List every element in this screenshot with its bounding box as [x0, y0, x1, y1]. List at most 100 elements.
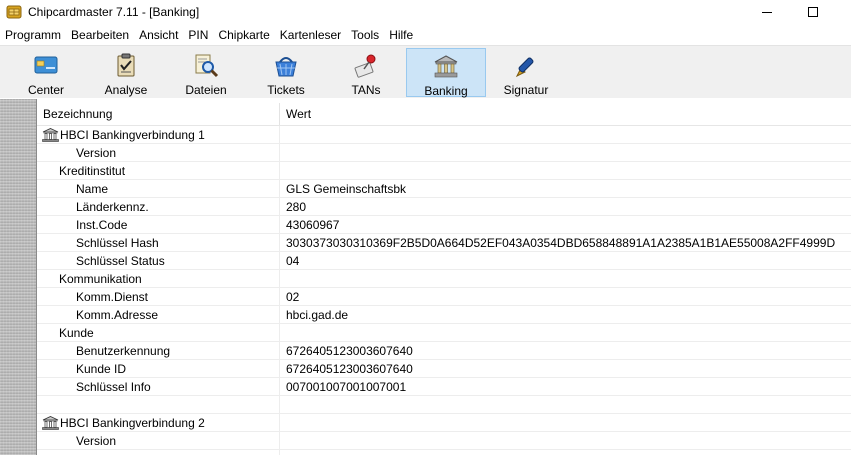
toolbar-signatur-button[interactable]: Signatur — [486, 48, 566, 97]
cell-divider — [279, 234, 280, 252]
grid-row[interactable]: Version — [37, 432, 851, 450]
cell-divider — [279, 450, 280, 455]
row-name: Schlüssel Status — [76, 254, 165, 268]
row-value: 280 — [286, 200, 307, 214]
cell-divider — [279, 162, 280, 180]
cell-divider — [279, 144, 280, 162]
toolbar-label: Banking — [424, 84, 468, 98]
row-value: 04 — [286, 254, 300, 268]
column-header-wert[interactable]: Wert — [286, 103, 846, 125]
cell-divider — [279, 324, 280, 342]
toolbar: Center Analyse Dateien Tickets TANs Banking Si… — [0, 45, 851, 98]
menu-hilfe[interactable]: Hilfe — [384, 26, 418, 45]
toolbar-label: Signatur — [503, 83, 549, 97]
bank-icon — [42, 416, 59, 430]
column-header-bezeichnung[interactable]: Bezeichnung — [43, 103, 279, 125]
toolbar-label: TANs — [351, 83, 381, 97]
grid-row[interactable]: Benutzerkennung 6726405123003607640 — [37, 342, 851, 360]
cell-divider — [279, 288, 280, 306]
toolbar-banking-button[interactable]: Banking — [406, 48, 486, 98]
grid-row[interactable]: Schlüssel Status 04 — [37, 252, 851, 270]
menu-chipkarte[interactable]: Chipkarte — [213, 26, 274, 45]
grid-row[interactable] — [37, 450, 851, 455]
row-name: Benutzerkennung — [76, 344, 171, 358]
row-value: 6726405123003607640 — [286, 362, 413, 376]
fountain-pen-icon — [515, 57, 534, 78]
row-name: HBCI Bankingverbindung 2 — [60, 416, 205, 430]
grid-row[interactable]: Kunde ID 6726405123003607640 — [37, 360, 851, 378]
grid-row[interactable]: Komm.Dienst 02 — [37, 288, 851, 306]
grid-row[interactable] — [37, 396, 851, 414]
properties-grid: Bezeichnung Wert HBCI Bankingverbindung … — [37, 99, 851, 455]
cell-divider — [279, 216, 280, 234]
minimize-button[interactable] — [744, 0, 790, 24]
row-name: Name — [76, 182, 109, 196]
grid-row[interactable]: Kommunikation — [37, 270, 851, 288]
row-name: Komm.Dienst — [76, 290, 149, 304]
ticket-basket-icon — [275, 57, 297, 77]
menu-bearbeiten[interactable]: Bearbeiten — [66, 26, 134, 45]
grid-row[interactable]: Version — [37, 144, 851, 162]
menu-pin[interactable]: PIN — [183, 26, 213, 45]
maximize-button[interactable] — [790, 0, 836, 24]
row-name: Komm.Adresse — [76, 308, 159, 322]
cell-divider — [279, 252, 280, 270]
left-gutter — [0, 99, 37, 455]
toolbar-tans-button[interactable]: TANs — [326, 48, 406, 97]
cell-divider — [279, 378, 280, 396]
row-name: Version — [76, 146, 117, 160]
grid-header: Bezeichnung Wert — [37, 103, 851, 126]
grid-row[interactable]: Kunde — [37, 324, 851, 342]
toolbar-analyse-button[interactable]: Analyse — [86, 48, 166, 97]
cell-divider — [279, 360, 280, 378]
row-name: Kunde — [59, 326, 94, 340]
title-bar: Chipcardmaster 7.11 - [Banking] — [0, 0, 851, 24]
row-name: HBCI Bankingverbindung 1 — [60, 128, 205, 142]
row-name: Kreditinstitut — [59, 164, 126, 178]
cell-divider — [279, 180, 280, 198]
toolbar-label: Tickets — [267, 83, 305, 97]
maximize-icon — [808, 7, 818, 17]
menu-ansicht[interactable]: Ansicht — [134, 26, 183, 45]
chipcard-app-icon — [6, 5, 22, 19]
toolbar-dateien-button[interactable]: Dateien — [166, 48, 246, 97]
row-value: 43060967 — [286, 218, 340, 232]
minimize-icon — [762, 11, 772, 13]
row-value: 3030373030310369F2B5D0A664D52EF043A0354D… — [286, 236, 836, 250]
app-window: Chipcardmaster 7.11 - [Banking] Programm… — [0, 0, 851, 455]
row-name: Inst.Code — [76, 218, 128, 232]
grid-row[interactable]: Name GLS Gemeinschaftsbk — [37, 180, 851, 198]
bank-icon — [434, 55, 458, 78]
row-name: Länderkennz. — [76, 200, 149, 214]
row-value: GLS Gemeinschaftsbk — [286, 182, 407, 196]
menu-tools[interactable]: Tools — [346, 26, 384, 45]
grid-row[interactable]: Komm.Adresse hbci.gad.de — [37, 306, 851, 324]
menu-bar: Programm Bearbeiten Ansicht PIN Chipkarte Kar… — [0, 26, 851, 45]
row-value: hbci.gad.de — [286, 308, 349, 322]
column-divider[interactable] — [279, 103, 280, 125]
toolbar-center-button[interactable]: Center — [6, 48, 86, 97]
row-name: Kunde ID — [76, 362, 127, 376]
grid-row[interactable]: Länderkennz. 280 — [37, 198, 851, 216]
row-name: Schlüssel Info — [76, 380, 151, 394]
grid-row[interactable]: HBCI Bankingverbindung 1 — [37, 126, 851, 144]
toolbar-label: Analyse — [104, 83, 148, 97]
toolbar-tickets-button[interactable]: Tickets — [246, 48, 326, 97]
clipboard-icon — [117, 53, 135, 77]
cell-divider — [279, 198, 280, 216]
grid-row[interactable]: Inst.Code 43060967 — [37, 216, 851, 234]
tan-pin-icon — [354, 54, 376, 78]
cell-divider — [279, 306, 280, 324]
grid-row[interactable]: Schlüssel Info 007001007001007001 — [37, 378, 851, 396]
row-name: Version — [76, 434, 117, 448]
menu-kartenleser[interactable]: Kartenleser — [275, 26, 346, 45]
grid-row[interactable]: HBCI Bankingverbindung 2 — [37, 414, 851, 432]
grid-row[interactable]: Kreditinstitut — [37, 162, 851, 180]
cell-divider — [279, 396, 280, 414]
grid-row[interactable]: Schlüssel Hash 3030373030310369F2B5D0A664… — [37, 234, 851, 252]
row-name: Schlüssel Hash — [76, 236, 159, 250]
menu-programm[interactable]: Programm — [0, 26, 66, 45]
row-value: 6726405123003607640 — [286, 344, 413, 358]
cell-divider — [279, 414, 280, 432]
window-title: Chipcardmaster 7.11 - [Banking] — [28, 5, 200, 19]
